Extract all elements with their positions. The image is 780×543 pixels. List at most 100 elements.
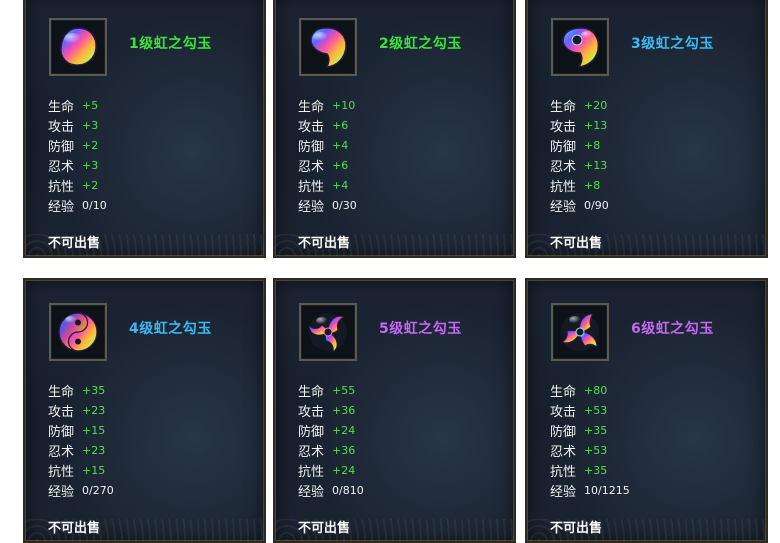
stat-label-exp: 经验	[48, 199, 75, 215]
item-icon-frame	[551, 303, 609, 361]
stat-hp: 生命 +10	[298, 95, 357, 115]
unsellable-label: 不可出售	[298, 236, 351, 251]
stat-defense: 防御 +24	[298, 420, 364, 440]
stat-resistance: 抗性 +4	[298, 175, 357, 195]
stat-label-exp: 经验	[550, 484, 577, 500]
magatama-level-6-icon	[560, 313, 599, 351]
stat-value-resistance: +4	[332, 178, 349, 192]
stat-ninjutsu: 忍术 +6	[298, 155, 357, 175]
stat-label-exp: 经验	[550, 199, 577, 215]
stat-resistance: 抗性 +2	[48, 175, 107, 195]
item-icon-frame	[299, 18, 357, 76]
stat-label-ninjutsu: 忍术	[48, 159, 75, 175]
stat-defense: 防御 +15	[48, 420, 114, 440]
stat-value-attack: +6	[332, 118, 349, 132]
item-icon-frame	[551, 18, 609, 76]
stat-defense: 防御 +8	[550, 135, 609, 155]
stat-resistance: 抗性 +8	[550, 175, 609, 195]
stat-label-resistance: 抗性	[298, 464, 325, 480]
stat-label-attack: 攻击	[298, 119, 325, 135]
stat-ninjutsu: 忍术 +53	[550, 440, 630, 460]
item-tooltip-2: 2级虹之勾玉 生命 +10 攻击 +6 防御 +4 忍术 +6 抗性 +4 经验 0/30 …	[273, 0, 516, 258]
stat-label-defense: 防御	[550, 139, 577, 155]
stat-hp: 生命 +35	[48, 380, 114, 400]
item-title: 3级虹之勾玉	[631, 36, 714, 52]
stat-label-hp: 生命	[298, 384, 325, 400]
stat-value-defense: +24	[332, 423, 356, 437]
stat-label-defense: 防御	[550, 424, 577, 440]
stat-hp: 生命 +5	[48, 95, 107, 115]
stat-ninjutsu: 忍术 +3	[48, 155, 107, 175]
stat-label-exp: 经验	[298, 484, 325, 500]
magatama-level-2-icon	[310, 27, 347, 68]
stat-attack: 攻击 +3	[48, 115, 107, 135]
stat-value-ninjutsu: +6	[332, 158, 349, 172]
magatama-level-5-icon	[308, 313, 347, 354]
stat-label-ninjutsu: 忍术	[550, 159, 577, 175]
stat-value-resistance: +35	[584, 463, 608, 477]
stat-label-resistance: 抗性	[298, 179, 325, 195]
stat-label-defense: 防御	[48, 139, 75, 155]
stat-label-ninjutsu: 忍术	[48, 444, 75, 460]
stat-value-exp: 0/10	[82, 198, 107, 212]
stat-exp: 经验 0/270	[48, 480, 114, 500]
stat-value-exp: 0/810	[332, 483, 364, 497]
stat-value-attack: +36	[332, 403, 356, 417]
stat-value-defense: +35	[584, 423, 608, 437]
unsellable-label: 不可出售	[48, 521, 101, 536]
magatama-level-1-icon	[60, 27, 97, 66]
stat-attack: 攻击 +23	[48, 400, 114, 420]
stat-value-resistance: +2	[82, 178, 99, 192]
stat-label-resistance: 抗性	[48, 464, 75, 480]
stat-label-attack: 攻击	[550, 404, 577, 420]
item-stats: 生命 +20 攻击 +13 防御 +8 忍术 +13 抗性 +8 经验 0/90	[550, 95, 609, 215]
stat-value-attack: +23	[82, 403, 106, 417]
stat-label-attack: 攻击	[48, 119, 75, 135]
stat-label-defense: 防御	[298, 139, 325, 155]
stat-hp: 生命 +55	[298, 380, 364, 400]
stat-exp: 经验 10/1215	[550, 480, 630, 500]
stat-exp: 经验 0/10	[48, 195, 107, 215]
magatama-level-4-icon	[58, 312, 98, 352]
stat-value-hp: +20	[584, 98, 608, 112]
stat-label-attack: 攻击	[48, 404, 75, 420]
stat-value-hp: +80	[584, 383, 608, 397]
item-stats: 生命 +5 攻击 +3 防御 +2 忍术 +3 抗性 +2 经验 0/10	[48, 95, 107, 215]
stat-hp: 生命 +20	[550, 95, 609, 115]
unsellable-label: 不可出售	[298, 521, 351, 536]
stat-value-exp: 10/1215	[584, 483, 630, 497]
stat-ninjutsu: 忍术 +13	[550, 155, 609, 175]
stat-defense: 防御 +4	[298, 135, 357, 155]
stat-hp: 生命 +80	[550, 380, 630, 400]
item-icon-frame	[299, 303, 357, 361]
stat-value-defense: +4	[332, 138, 349, 152]
item-title: 6级虹之勾玉	[631, 321, 714, 337]
stat-value-ninjutsu: +3	[82, 158, 99, 172]
stat-value-exp: 0/30	[332, 198, 357, 212]
unsellable-label: 不可出售	[550, 236, 603, 251]
stat-value-attack: +13	[584, 118, 608, 132]
stat-attack: 攻击 +13	[550, 115, 609, 135]
stat-label-ninjutsu: 忍术	[298, 444, 325, 460]
stat-label-exp: 经验	[48, 484, 75, 500]
item-tooltip-4: 4级虹之勾玉 生命 +35 攻击 +23 防御 +15 忍术 +23 抗性 +15 经验 0…	[23, 278, 266, 543]
stat-attack: 攻击 +6	[298, 115, 357, 135]
item-icon-frame	[49, 303, 107, 361]
stat-label-hp: 生命	[298, 99, 325, 115]
stat-defense: 防御 +35	[550, 420, 630, 440]
item-tooltip-6: 6级虹之勾玉 生命 +80 攻击 +53 防御 +35 忍术 +53 抗性 +35 经验 1…	[525, 278, 768, 543]
stat-label-hp: 生命	[550, 384, 577, 400]
stat-label-exp: 经验	[298, 199, 325, 215]
stat-value-defense: +15	[82, 423, 106, 437]
stat-ninjutsu: 忍术 +23	[48, 440, 114, 460]
stat-value-resistance: +15	[82, 463, 106, 477]
stat-value-hp: +35	[82, 383, 106, 397]
stat-value-attack: +3	[82, 118, 99, 132]
stat-label-ninjutsu: 忍术	[550, 444, 577, 460]
stat-value-resistance: +24	[332, 463, 356, 477]
stat-resistance: 抗性 +35	[550, 460, 630, 480]
item-stats: 生命 +55 攻击 +36 防御 +24 忍术 +36 抗性 +24 经验 0/810	[298, 380, 364, 500]
stat-label-hp: 生命	[550, 99, 577, 115]
unsellable-label: 不可出售	[550, 521, 603, 536]
stat-value-ninjutsu: +36	[332, 443, 356, 457]
